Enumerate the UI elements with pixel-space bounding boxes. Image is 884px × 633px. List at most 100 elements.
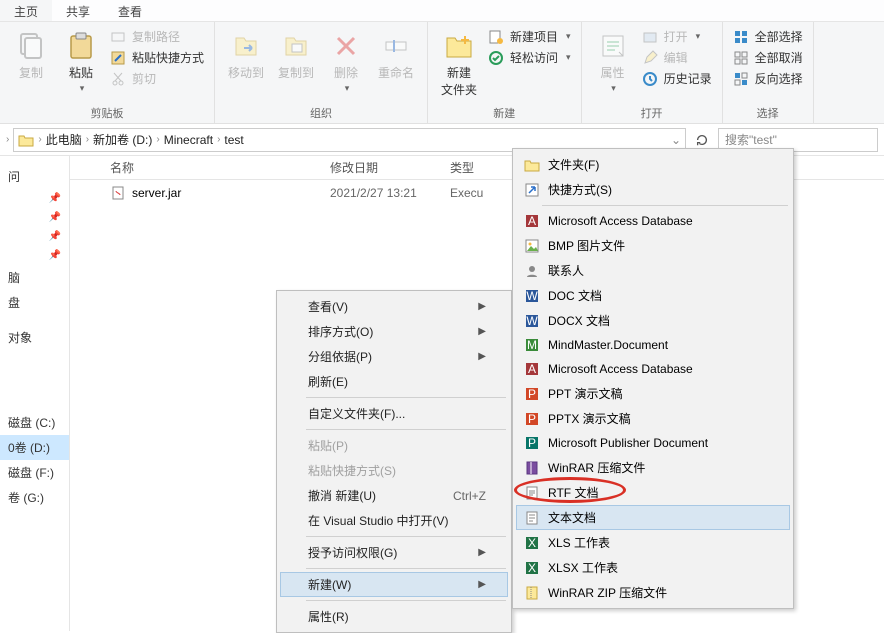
copy-button[interactable]: 复制 <box>6 26 56 81</box>
ctx-sort[interactable]: 排序方式(O)▶ <box>280 319 508 344</box>
new-pptx[interactable]: PPPTX 演示文稿 <box>516 406 790 431</box>
new-bmp[interactable]: BMP 图片文件 <box>516 233 790 258</box>
separator <box>306 568 506 569</box>
ribbon: 复制 粘贴 ▾ 复制路径 粘贴快捷方式 剪切 剪贴板 移动到 复制到 删除▾ 重… <box>0 22 884 124</box>
svg-text:A: A <box>528 214 536 228</box>
nav-drive-g[interactable]: 卷 (G:) <box>0 485 69 510</box>
new-xlsx[interactable]: XXLSX 工作表 <box>516 555 790 580</box>
easy-access-button[interactable]: 轻松访问▾ <box>488 49 571 66</box>
ctx-open-vs[interactable]: 在 Visual Studio 中打开(V) <box>280 508 508 533</box>
nav-quick-access[interactable]: 问 <box>0 164 69 189</box>
cut-button[interactable]: 剪切 <box>110 70 204 87</box>
submenu-label: 文本文档 <box>548 509 596 526</box>
paste-button[interactable]: 粘贴 ▾ <box>56 26 106 94</box>
crumb-drive[interactable]: 新加卷 (D:) <box>93 131 152 148</box>
nav-network[interactable]: 盘 <box>0 290 69 315</box>
invert-selection-button[interactable]: 反向选择 <box>733 70 803 87</box>
select-none-button[interactable]: 全部取消 <box>733 49 803 66</box>
nav-drive-f[interactable]: 磁盘 (F:) <box>0 460 69 485</box>
ctx-view[interactable]: 查看(V)▶ <box>280 294 508 319</box>
pin-icon: 📌 <box>49 212 61 223</box>
xlsx-icon: X <box>524 560 540 576</box>
delete-button[interactable]: 删除▾ <box>321 26 371 94</box>
ctx-refresh[interactable]: 刷新(E) <box>280 369 508 394</box>
tab-home[interactable]: 主页 <box>0 0 52 21</box>
new-access[interactable]: A Microsoft Access Database <box>516 357 790 381</box>
new-pub[interactable]: PMicrosoft Publisher Document <box>516 431 790 455</box>
new-rar[interactable]: WinRAR 压缩文件 <box>516 455 790 480</box>
open-button[interactable]: 打开▾ <box>642 28 712 45</box>
ctx-properties[interactable]: 属性(R) <box>280 604 508 629</box>
svg-text:X: X <box>528 561 536 575</box>
nav-item[interactable]: 📌 <box>0 189 69 208</box>
tab-share[interactable]: 共享 <box>52 0 104 21</box>
new-contact[interactable]: 联系人 <box>516 258 790 283</box>
ctx-new[interactable]: 新建(W)▶ <box>280 572 508 597</box>
doc-icon: W <box>524 288 540 304</box>
nav-item[interactable]: 📌 <box>0 208 69 227</box>
new-folder-button[interactable]: 新建 文件夹 <box>434 26 484 98</box>
ctx-group[interactable]: 分组依据(P)▶ <box>280 344 508 369</box>
new-doc[interactable]: WDOC 文档 <box>516 283 790 308</box>
pptx-icon: P <box>524 411 540 427</box>
move-to-button[interactable]: 移动到 <box>221 26 271 81</box>
paste-shortcut-button[interactable]: 粘贴快捷方式 <box>110 49 204 66</box>
ctx-customize[interactable]: 自定义文件夹(F)... <box>280 401 508 426</box>
pin-icon: 📌 <box>49 250 61 261</box>
select-all-button[interactable]: 全部选择 <box>733 28 803 45</box>
new-zip[interactable]: WinRAR ZIP 压缩文件 <box>516 580 790 605</box>
refresh-icon <box>695 133 709 147</box>
nav-drive-d[interactable]: 0卷 (D:) <box>0 435 69 460</box>
nav-item[interactable]: 📌 <box>0 246 69 265</box>
ctx-undo-new[interactable]: 撤消 新建(U)Ctrl+Z <box>280 483 508 508</box>
chevron-down-icon: ▾ <box>566 52 571 63</box>
copy-path-button[interactable]: 复制路径 <box>110 28 204 45</box>
new-docx[interactable]: WDOCX 文档 <box>516 308 790 333</box>
paste-icon <box>65 30 97 62</box>
svg-text:W: W <box>526 289 538 303</box>
submenu-label: XLS 工作表 <box>548 534 610 551</box>
history-icon <box>642 71 658 87</box>
edit-button[interactable]: 编辑 <box>642 49 712 66</box>
crumb-minecraft[interactable]: Minecraft <box>164 133 213 147</box>
invert-icon <box>733 71 749 87</box>
svg-text:X: X <box>528 536 536 550</box>
submenu-label: Microsoft Access Database <box>548 362 693 376</box>
nav-item[interactable]: 📌 <box>0 227 69 246</box>
new-ppt[interactable]: PPPT 演示文稿 <box>516 381 790 406</box>
crumb-this-pc[interactable]: 此电脑 <box>46 131 82 148</box>
submenu-label: 联系人 <box>548 262 584 279</box>
context-menu: 查看(V)▶ 排序方式(O)▶ 分组依据(P)▶ 刷新(E) 自定义文件夹(F)… <box>276 290 512 633</box>
new-shortcut[interactable]: 快捷方式(S) <box>516 177 790 202</box>
history-button[interactable]: 历史记录 <box>642 70 712 87</box>
nav-drive-c[interactable]: 磁盘 (C:) <box>0 410 69 435</box>
col-date[interactable]: 修改日期 <box>330 159 450 176</box>
submenu-label: Microsoft Access Database <box>548 214 693 228</box>
dropdown-icon[interactable]: ⌄ <box>671 133 681 147</box>
new-item-icon <box>488 29 504 45</box>
folder-icon <box>524 157 540 173</box>
new-folder[interactable]: 文件夹(F) <box>516 152 790 177</box>
new-item-button[interactable]: 新建项目▾ <box>488 28 571 45</box>
new-mind[interactable]: MMindMaster.Document <box>516 333 790 357</box>
copy-to-button[interactable]: 复制到 <box>271 26 321 81</box>
properties-button[interactable]: 属性▾ <box>588 26 638 94</box>
new-access[interactable]: A Microsoft Access Database <box>516 209 790 233</box>
new-txt[interactable]: 文本文档 <box>516 505 790 530</box>
ctx-grant-access[interactable]: 授予访问权限(G)▶ <box>280 540 508 565</box>
cut-icon <box>110 71 126 87</box>
chevron-right-icon[interactable]: › <box>6 134 9 145</box>
chevron-right-icon: ▶ <box>478 351 486 362</box>
nav-3d-objects[interactable]: 对象 <box>0 325 69 350</box>
new-rtf[interactable]: RTF 文档 <box>516 480 790 505</box>
nav-this-pc[interactable]: 脑 <box>0 265 69 290</box>
col-name[interactable]: 名称 <box>70 159 330 176</box>
tab-view[interactable]: 查看 <box>104 0 156 21</box>
new-xls[interactable]: X XLS 工作表 <box>516 530 790 555</box>
rename-button[interactable]: 重命名 <box>371 26 421 81</box>
submenu-label: 文件夹(F) <box>548 156 599 173</box>
rename-icon <box>380 30 412 62</box>
crumb-test[interactable]: test <box>224 133 243 147</box>
xls-icon: X <box>524 535 540 551</box>
svg-text:A: A <box>528 362 536 376</box>
